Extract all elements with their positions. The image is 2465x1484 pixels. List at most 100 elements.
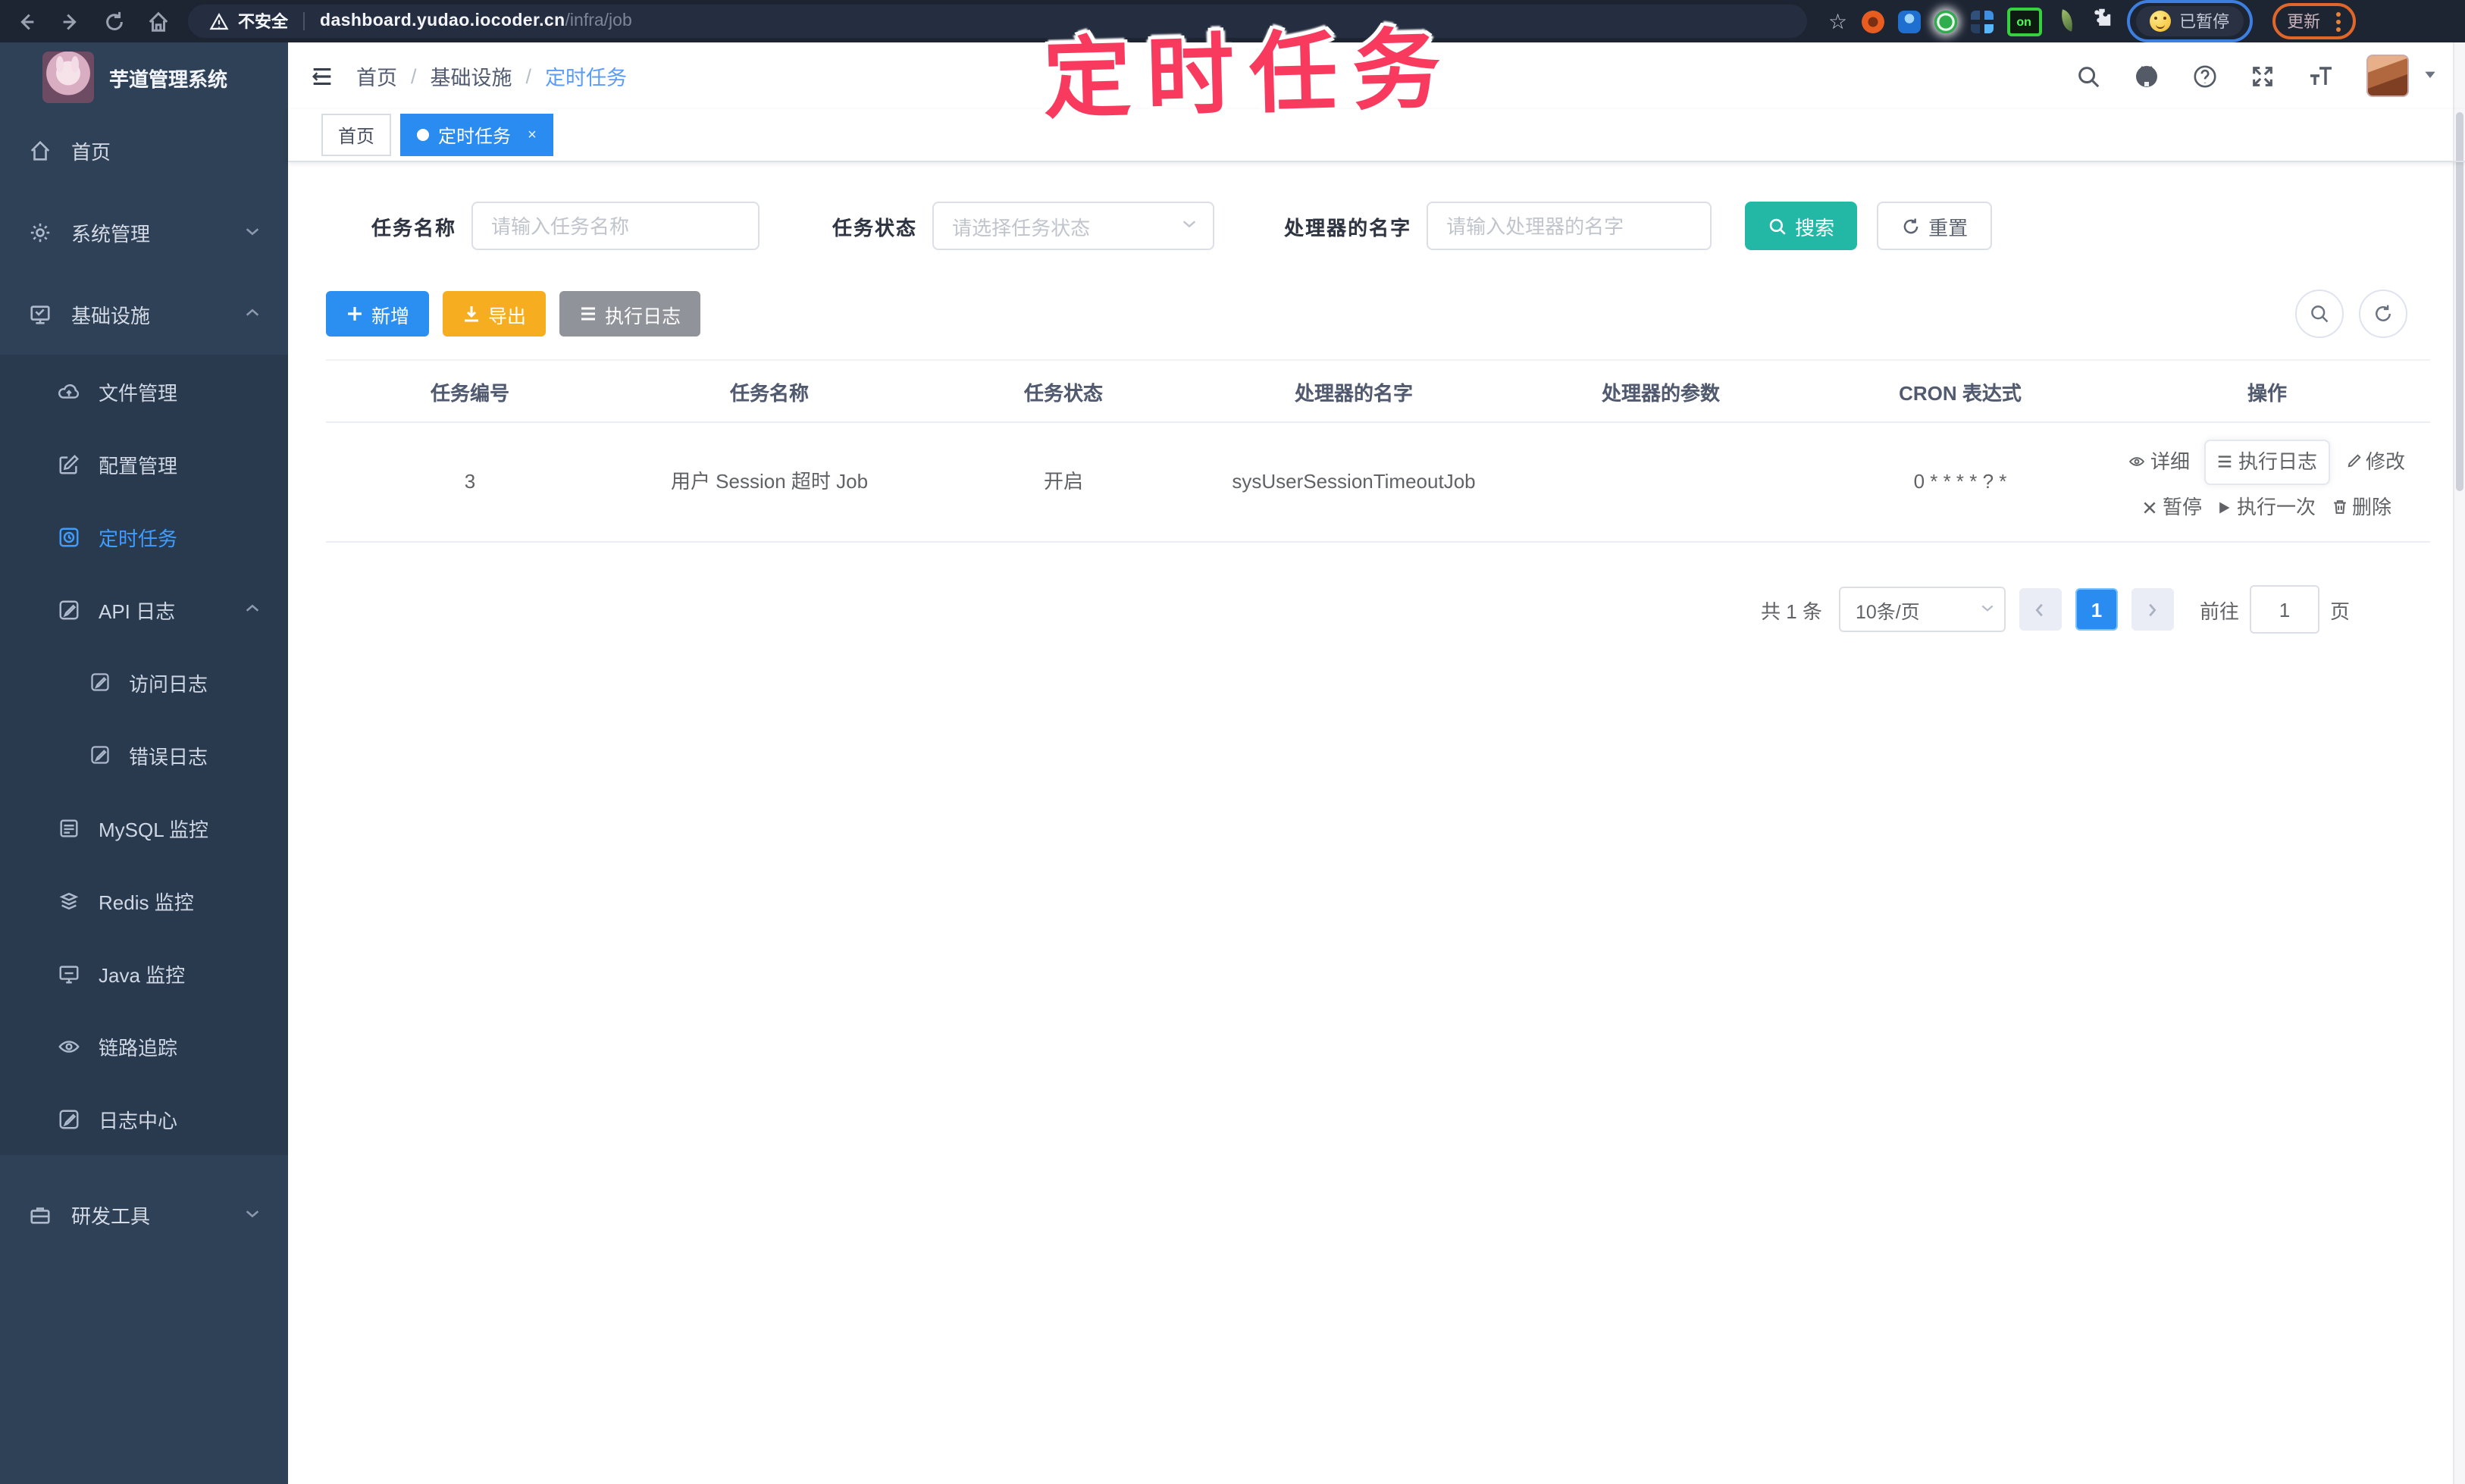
sidebar-item-redis-monitor[interactable]: Redis 监控 bbox=[0, 864, 288, 937]
sidebar-item-api-log[interactable]: API 日志 bbox=[0, 573, 288, 646]
github-icon[interactable] bbox=[2133, 62, 2160, 89]
reset-button[interactable]: 重置 bbox=[1877, 202, 1993, 250]
fullscreen-icon[interactable] bbox=[2250, 63, 2276, 89]
trash-icon bbox=[2333, 500, 2345, 515]
edit-link[interactable]: 修改 bbox=[2344, 445, 2405, 478]
row-exec-log-link[interactable]: 执行日志 bbox=[2204, 439, 2329, 485]
breadcrumb-current: 定时任务 bbox=[545, 67, 628, 89]
sidebar-item-java-monitor[interactable]: Java 监控 bbox=[0, 937, 288, 1010]
window-scrollbar[interactable] bbox=[2453, 42, 2465, 1484]
export-button[interactable]: 导出 bbox=[443, 291, 547, 337]
plus-icon bbox=[348, 307, 362, 321]
stack-icon bbox=[58, 889, 80, 912]
warning-icon bbox=[209, 11, 229, 30]
sidebar-item-mysql-monitor[interactable]: MySQL 监控 bbox=[0, 791, 288, 864]
paused-annotation-circle: 已暂停 bbox=[2126, 0, 2253, 42]
app-logo[interactable]: 芋道管理系统 bbox=[0, 42, 288, 109]
chevron-down-icon[interactable] bbox=[2423, 62, 2438, 89]
search-icon bbox=[2311, 305, 2329, 323]
extension-icon[interactable] bbox=[1970, 10, 1994, 33]
chevron-down-icon bbox=[1980, 599, 1995, 620]
page-size-select[interactable]: 10条/页 bbox=[1838, 587, 2006, 632]
search-button[interactable]: 搜索 bbox=[1745, 202, 1858, 250]
extension-on-badge[interactable]: on bbox=[2006, 7, 2042, 36]
active-dot bbox=[417, 129, 430, 141]
add-button[interactable]: 新增 bbox=[326, 291, 430, 337]
sidebar-item-system[interactable]: 系统管理 bbox=[0, 191, 288, 273]
user-avatar[interactable] bbox=[2366, 55, 2409, 97]
col-handler-name: 处理器的名字 bbox=[1202, 359, 1505, 423]
job-status-select[interactable]: 请选择任务状态 bbox=[932, 202, 1215, 250]
bookmark-star-icon[interactable]: ☆ bbox=[1828, 11, 1847, 32]
forward-icon[interactable] bbox=[59, 10, 82, 33]
paused-label: 已暂停 bbox=[2179, 14, 2230, 32]
delete-link[interactable]: 删除 bbox=[2331, 491, 2391, 524]
sidebar-item-config-manage[interactable]: 配置管理 bbox=[0, 427, 288, 500]
handler-name-input[interactable] bbox=[1427, 202, 1712, 250]
app-title: 芋道管理系统 bbox=[109, 67, 228, 90]
run-once-link[interactable]: 执行一次 bbox=[2217, 492, 2316, 525]
extension-icon[interactable] bbox=[1934, 10, 1957, 33]
extensions-puzzle-icon[interactable] bbox=[2090, 6, 2113, 36]
next-page-button[interactable] bbox=[2131, 588, 2174, 631]
extension-icon[interactable] bbox=[1897, 10, 1921, 33]
exec-log-button[interactable]: 执行日志 bbox=[559, 291, 701, 337]
sidebar-item-trace[interactable]: 链路追踪 bbox=[0, 1010, 288, 1082]
cell-cron: 0 * * * * ? * bbox=[1816, 422, 2104, 543]
reload-icon[interactable] bbox=[103, 10, 126, 33]
jobs-table: 任务编号 任务名称 任务状态 处理器的名字 处理器的参数 CRON 表达式 操作… bbox=[326, 359, 2430, 543]
cloud-upload-icon bbox=[58, 380, 80, 402]
breadcrumb-infra[interactable]: 基础设施 bbox=[431, 61, 512, 91]
sidebar-item-infra[interactable]: 基础设施 bbox=[0, 273, 288, 355]
log-icon bbox=[58, 1107, 80, 1130]
extension-icon[interactable] bbox=[1861, 10, 1884, 33]
sidebar-item-log-center[interactable]: 日志中心 bbox=[0, 1082, 288, 1155]
back-icon[interactable] bbox=[15, 10, 38, 33]
prev-page-button[interactable] bbox=[2019, 588, 2062, 631]
help-icon[interactable] bbox=[2192, 63, 2218, 89]
col-handler-param: 处理器的参数 bbox=[1505, 359, 1816, 423]
pagination: 共 1 条 10条/页 1 前往 页 bbox=[326, 585, 2350, 634]
home-icon[interactable] bbox=[147, 10, 170, 33]
sidebar-item-home[interactable]: 首页 bbox=[0, 109, 288, 191]
refresh-button[interactable] bbox=[2359, 290, 2407, 338]
home-icon bbox=[27, 139, 52, 161]
chevron-up-icon bbox=[244, 598, 261, 621]
url-host: dashboard.yudao.iocoder.cn bbox=[320, 12, 565, 30]
eye-icon bbox=[58, 1035, 80, 1057]
screen: 不安全 dashboard.yudao.iocoder.cn /infra/jo… bbox=[0, 0, 2465, 1484]
sidebar-item-scheduled-jobs[interactable]: 定时任务 bbox=[0, 500, 288, 573]
tag-scheduled-jobs[interactable]: 定时任务 × bbox=[400, 114, 553, 156]
sidebar-item-dev-tools[interactable]: 研发工具 bbox=[0, 1173, 288, 1255]
goto-page-input[interactable] bbox=[2249, 585, 2319, 634]
tampermonkey-chip[interactable]: 已暂停 bbox=[2135, 6, 2244, 36]
breadcrumb-home[interactable]: 首页 bbox=[356, 61, 397, 91]
tag-home[interactable]: 首页 bbox=[321, 114, 392, 156]
toggle-search-button[interactable] bbox=[2295, 290, 2344, 338]
search-icon[interactable] bbox=[2075, 63, 2101, 89]
chrome-update-label[interactable]: 更新 bbox=[2287, 9, 2320, 33]
download-icon bbox=[465, 306, 479, 322]
browser-menu-icon[interactable] bbox=[2335, 11, 2341, 31]
extension-feather-icon[interactable] bbox=[2055, 10, 2076, 33]
sidebar-item-access-log[interactable]: 访问日志 bbox=[0, 646, 288, 719]
table-row: 3 用户 Session 超时 Job 开启 sysUserSessionTim… bbox=[326, 422, 2430, 543]
page-1-button[interactable]: 1 bbox=[2075, 588, 2118, 631]
infrastructure-icon bbox=[27, 302, 52, 325]
sidebar-item-error-log[interactable]: 错误日志 bbox=[0, 719, 288, 791]
job-name-input[interactable] bbox=[471, 202, 760, 250]
pause-link[interactable]: 暂停 bbox=[2143, 492, 2202, 525]
close-icon[interactable]: × bbox=[528, 127, 537, 143]
sidebar-fold-icon[interactable] bbox=[309, 63, 335, 89]
col-job-status: 任务状态 bbox=[925, 359, 1202, 423]
gear-icon bbox=[27, 221, 52, 243]
cell-job-status: 开启 bbox=[925, 422, 1202, 543]
scrollbar-thumb[interactable] bbox=[2456, 112, 2463, 491]
font-size-icon[interactable] bbox=[2307, 64, 2335, 88]
detail-link[interactable]: 详细 bbox=[2129, 445, 2190, 478]
url-path: /infra/job bbox=[565, 12, 632, 30]
address-bar[interactable]: 不安全 dashboard.yudao.iocoder.cn /infra/jo… bbox=[188, 5, 1807, 38]
cell-job-id: 3 bbox=[326, 422, 614, 543]
log-icon bbox=[58, 598, 80, 621]
sidebar-item-file-manage[interactable]: 文件管理 bbox=[0, 355, 288, 427]
